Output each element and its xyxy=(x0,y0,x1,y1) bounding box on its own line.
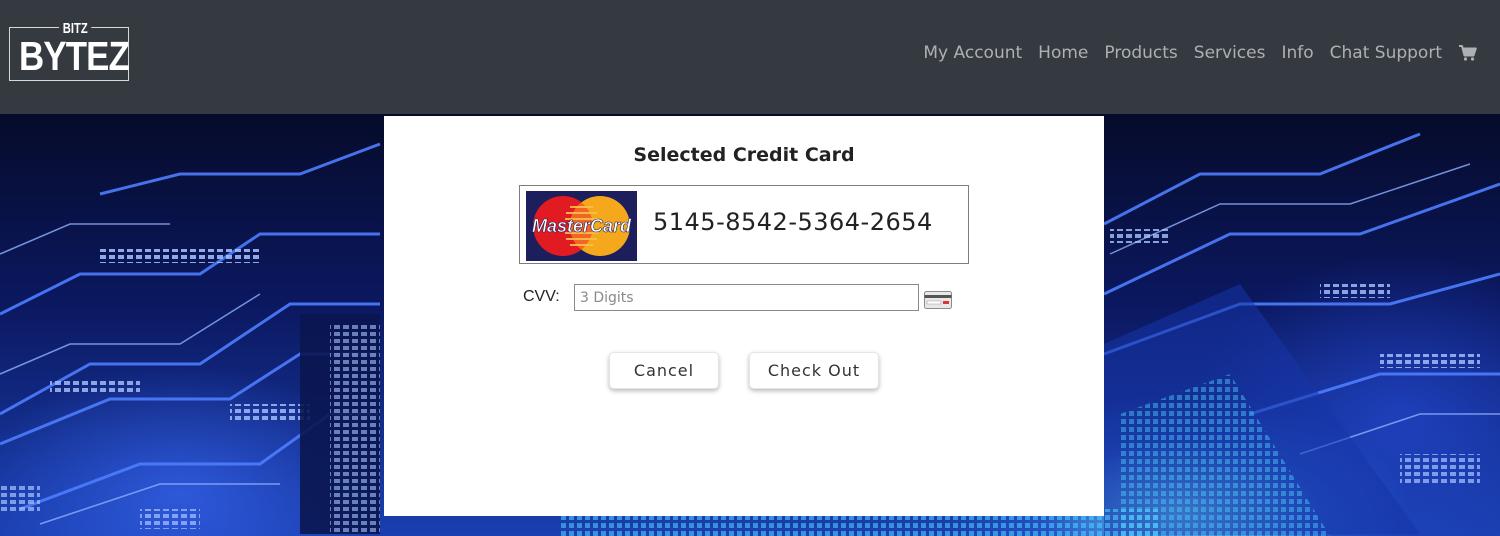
check-out-button[interactable]: Check Out xyxy=(749,352,879,389)
nav-info[interactable]: Info xyxy=(1281,43,1313,63)
nav-services[interactable]: Services xyxy=(1194,43,1266,63)
cvv-input[interactable] xyxy=(574,284,919,311)
nav-home[interactable]: Home xyxy=(1038,43,1088,63)
cancel-button[interactable]: Cancel xyxy=(609,352,719,389)
logo-main-text: BYTEZ xyxy=(19,33,130,79)
credit-card-modal: Selected Credit Card MasterCard 5145-854 xyxy=(384,116,1104,516)
selected-card-box: MasterCard 5145-8542-5364-2654 xyxy=(519,185,969,264)
nav-links: My Account Home Products Services Info C… xyxy=(907,43,1478,63)
nav-my-account[interactable]: My Account xyxy=(923,43,1022,63)
cvv-label: CVV: xyxy=(523,288,560,305)
shopping-cart-icon[interactable] xyxy=(1458,43,1478,63)
credit-card-icon xyxy=(924,291,952,313)
modal-title: Selected Credit Card xyxy=(633,144,855,166)
card-number: 5145-8542-5364-2654 xyxy=(653,208,933,236)
top-navbar: BITZ BYTEZ My Account Home Products Serv… xyxy=(0,0,1500,114)
nav-products[interactable]: Products xyxy=(1104,43,1177,63)
nav-chat-support[interactable]: Chat Support xyxy=(1330,43,1442,63)
mastercard-logo-text: MasterCard xyxy=(532,216,632,236)
bitz-bytez-logo[interactable]: BITZ BYTEZ xyxy=(9,20,130,81)
mastercard-logo: MasterCard xyxy=(526,191,637,261)
